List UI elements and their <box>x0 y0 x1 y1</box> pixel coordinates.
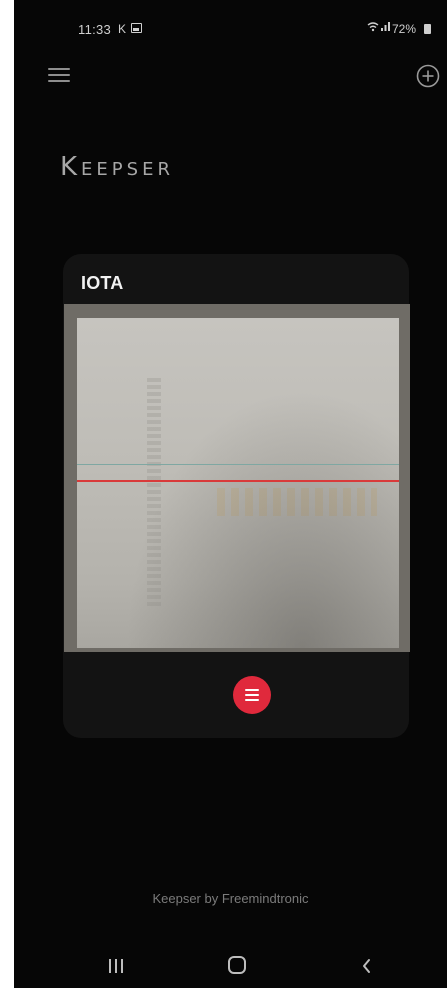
hamburger-menu-icon <box>48 68 70 70</box>
menu-button[interactable] <box>48 66 74 86</box>
card-title: IOTA <box>81 273 124 293</box>
hamburger-menu-icon-line <box>48 80 70 82</box>
gallery-notification-icon <box>131 23 142 33</box>
card-photo[interactable] <box>64 304 410 652</box>
list-menu-icon-line <box>245 699 259 701</box>
hamburger-menu-icon-line <box>48 74 70 76</box>
app-title: Keepser <box>60 152 174 182</box>
photo-shadow <box>77 318 399 648</box>
footer-credit: Keepser by Freemindtronic <box>152 891 309 906</box>
status-bar: 11:33 K 72% <box>14 0 447 48</box>
nav-recents-button[interactable] <box>107 957 125 975</box>
recent-apps-icon-bar <box>121 959 123 973</box>
wifi-icon <box>367 21 379 35</box>
add-button[interactable] <box>416 64 440 88</box>
card-menu-button[interactable] <box>233 676 271 714</box>
wallet-card[interactable]: IOTA <box>63 254 410 738</box>
paper-photo <box>77 318 399 648</box>
list-menu-icon-line <box>245 694 259 696</box>
back-chevron-icon <box>363 959 370 973</box>
scan-guide-line <box>77 464 399 465</box>
signal-icon <box>380 21 391 35</box>
scan-line <box>77 480 399 482</box>
notification-k-icon: K <box>118 22 127 36</box>
plus-circle-icon <box>416 64 440 88</box>
status-time: 11:33 <box>78 22 112 37</box>
battery-icon <box>424 24 431 34</box>
phone-screen: 11:33 K 72% Keepser IOTA Keepser by Free… <box>14 0 447 988</box>
recent-apps-icon <box>109 959 111 973</box>
nav-back-button[interactable] <box>357 956 377 976</box>
list-menu-icon <box>245 689 259 691</box>
recent-apps-icon-bar <box>115 959 117 973</box>
nav-home-button[interactable] <box>228 956 246 974</box>
battery-percentage: 72% <box>392 22 417 36</box>
